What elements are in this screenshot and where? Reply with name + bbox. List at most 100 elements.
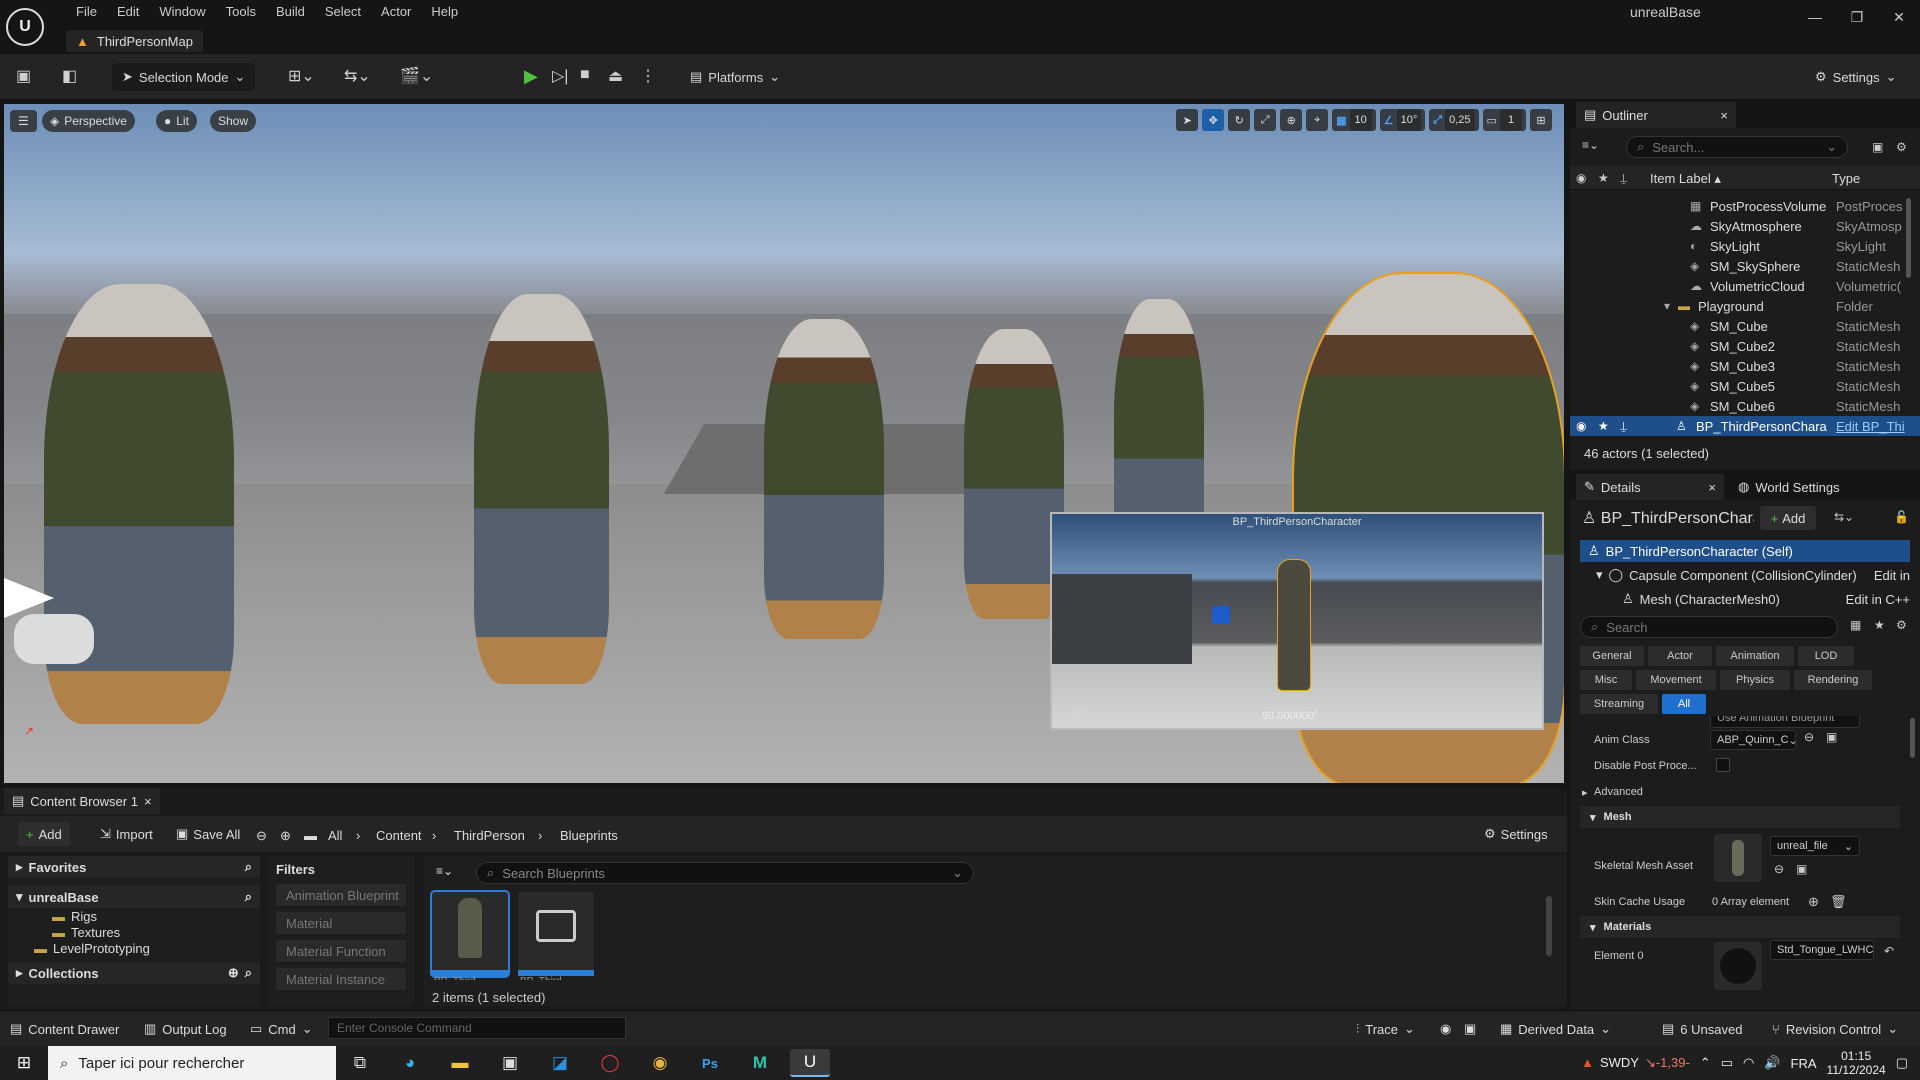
animation-mode-dropdown[interactable]: Use Animation Blueprint [1710,716,1860,728]
maya-icon[interactable]: M [740,1049,780,1077]
output-log-button[interactable]: ▥ Output Log [144,1021,227,1037]
category-all[interactable]: All [1662,694,1706,714]
rotate-tool-icon[interactable]: ↻ [1228,109,1251,131]
gear-icon[interactable]: ⚙ [1896,140,1907,154]
content-icon[interactable]: ◧ [62,66,77,86]
add-element-icon[interactable]: ⊕ [1808,894,1819,910]
save-all-button[interactable]: ▣ Save All [168,822,248,846]
browse-icon[interactable]: ▣ [1826,730,1837,744]
outliner-row[interactable]: ☁ SkyAtmosphere SkyAtmosp [1570,216,1920,236]
outliner-scrollbar[interactable] [1906,198,1911,278]
camera-icon[interactable]: ▣ [1464,1021,1476,1037]
menu-edit[interactable]: Edit [107,2,149,22]
step-icon[interactable]: ▷| [552,66,568,86]
network-icon[interactable]: ◠ [1743,1055,1754,1071]
content-browser-tab[interactable]: ▤ Content Browser 1 × [4,788,160,814]
pin-icon[interactable]: ⍊ [1620,171,1627,186]
language-indicator[interactable]: FRA [1791,1056,1817,1071]
project-header[interactable]: ▾ unrealBase ⌕ [8,886,260,908]
reset-icon[interactable]: ↶ [1884,944,1894,958]
revision-control-button[interactable]: ⑂ Revision Control ⌄ [1772,1021,1898,1037]
item-label-column[interactable]: Item Label ▴ [1650,171,1721,187]
show-button[interactable]: Show [210,110,257,132]
eye-icon[interactable]: ◉ [1576,171,1586,185]
menu-help[interactable]: Help [421,2,468,22]
filter-material-instance[interactable]: Material Instance [276,968,406,990]
minimize-icon[interactable]: — [1794,0,1836,34]
outlook-icon[interactable]: ◪ [540,1049,580,1077]
volume-icon[interactable]: 🔊 [1764,1055,1780,1071]
outliner-row[interactable]: ☁ VolumetricCloud Volumetric( [1570,276,1920,296]
save-icon[interactable]: ▣ [16,66,31,86]
photoshop-icon[interactable]: Ps [690,1049,730,1077]
play-icon[interactable]: ▶ [524,66,538,87]
cmd-button[interactable]: ▭ Cmd ⌄ [250,1021,313,1037]
world-space-icon[interactable]: ⊕ [1280,109,1303,131]
category-animation[interactable]: Animation [1716,646,1794,666]
file-explorer-icon[interactable]: ▬ [440,1049,480,1077]
breadcrumb-content[interactable]: Content [376,828,422,843]
outliner-row-selected[interactable]: ◉ ★ ⍊ ♙ BP_ThirdPersonChara Edit BP_Thi [1570,416,1920,436]
derived-data-button[interactable]: ▦ Derived Data ⌄ [1500,1021,1611,1037]
menu-select[interactable]: Select [315,2,371,22]
outliner-search-input[interactable]: ⌕ Search... ⌄ [1626,136,1848,158]
settings-button[interactable]: ⚙ Settings ⌄ [1805,63,1907,91]
world-settings-tab[interactable]: ◍ World Settings [1730,474,1840,500]
component-mesh[interactable]: ♙ Mesh (CharacterMesh0) Edit in C++ [1622,588,1910,610]
type-column[interactable]: Type [1832,171,1860,186]
hamburger-icon[interactable]: ☰ [10,110,37,132]
category-misc[interactable]: Misc [1580,670,1632,690]
add-component-button[interactable]: + Add [1760,506,1816,530]
outliner-row[interactable]: ◈ SM_Cube StaticMesh [1570,316,1920,336]
layout-icon[interactable]: ⊞ [1530,109,1552,131]
add-button[interactable]: + Add [18,822,70,846]
unreal-logo-icon[interactable]: U [6,8,44,46]
folder-textures[interactable]: ▬ Textures [8,924,260,940]
star-icon[interactable]: ★ [1598,419,1609,433]
eject-icon[interactable]: ⏏ [608,66,623,86]
task-view-icon[interactable]: ⧉ [340,1049,380,1077]
browse-icon[interactable]: ▣ [1796,862,1807,876]
cinematics-icon[interactable]: 🎬⌄ [400,66,433,86]
eye-icon[interactable]: ◉ [1576,419,1586,433]
history-back-icon[interactable]: ⊖ [256,828,267,844]
asset-thumbnail-character[interactable]: BP_Third... [430,890,510,980]
pin-icon[interactable]: ⍊ [1620,419,1627,434]
edit-in-cpp-link[interactable]: Edit in C++ [1846,592,1910,607]
category-streaming[interactable]: Streaming [1580,694,1658,714]
move-tool-icon[interactable]: ✥ [1202,109,1225,131]
use-selected-icon[interactable]: ⊖ [1804,730,1814,744]
category-movement[interactable]: Movement [1636,670,1716,690]
close-icon[interactable]: ✕ [1878,0,1920,34]
search-icon[interactable]: ⌕ [245,859,252,875]
search-icon[interactable]: ⌕ [245,889,252,905]
gear-icon[interactable]: ⚙ [1896,618,1907,632]
materials-section-header[interactable]: ▾ Materials [1580,916,1900,938]
component-self[interactable]: ♙ BP_ThirdPersonCharacter (Self) [1580,540,1910,562]
unreal-taskbar-icon[interactable]: U [790,1049,830,1077]
windows-start-icon[interactable]: ⊞ [4,1049,44,1077]
outliner-row[interactable]: ◐ SkyLight SkyLight [1570,236,1920,256]
mesh-section-header[interactable]: ▾ Mesh [1580,806,1900,828]
menu-file[interactable]: File [66,2,107,22]
filter-material-function[interactable]: Material Function [276,940,406,962]
breadcrumb-blueprints[interactable]: Blueprints [560,828,618,843]
record-icon[interactable]: ◉ [1440,1021,1451,1037]
filter-icon[interactable]: ≡⌄ [1582,138,1599,152]
blueprint-options-icon[interactable]: ⇆⌄ [1834,510,1854,524]
favorites-header[interactable]: ▸ Favorites ⌕ [8,856,260,878]
category-lod[interactable]: LOD [1798,646,1854,666]
scale-tool-icon[interactable]: ⤢ [1254,109,1277,131]
edge-icon[interactable]: ◕ [390,1049,430,1077]
close-icon[interactable]: × [144,794,152,809]
opera-icon[interactable]: ◯ [590,1049,630,1077]
asset-search-input[interactable]: ⌕ Search Blueprints ⌄ [476,862,974,884]
outliner-row[interactable]: ◈ SM_Cube3 StaticMesh [1570,356,1920,376]
material-thumbnail[interactable] [1714,942,1762,990]
outliner-row[interactable]: ◈ SM_Cube2 StaticMesh [1570,336,1920,356]
element0-dropdown[interactable]: Std_Tongue_LWHC [1770,940,1874,960]
category-rendering[interactable]: Rendering [1794,670,1872,690]
use-selected-icon[interactable]: ⊖ [1774,862,1784,876]
level-tab[interactable]: ▲ ThirdPersonMap [66,30,203,52]
select-tool-icon[interactable]: ➤ [1176,109,1199,131]
